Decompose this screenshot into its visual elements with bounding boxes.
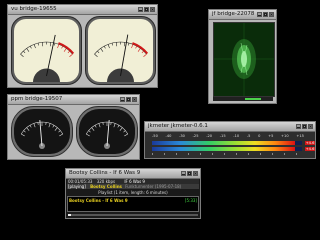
jk-scale-label: +5	[268, 134, 274, 138]
ppm-meter-left	[11, 106, 73, 157]
vu-meter-right	[85, 16, 156, 85]
maximize-icon[interactable]	[187, 171, 192, 176]
maximize-icon[interactable]	[302, 124, 307, 129]
player-playlist[interactable]: Bootsy Collins - If 6 Was 9 [5:33]	[67, 196, 199, 212]
jk-scale-label: +10	[281, 134, 289, 138]
playlist-item-duration: [5:33]	[184, 198, 197, 203]
minimize-icon[interactable]	[296, 124, 301, 129]
jk-scale-label: +15	[296, 134, 304, 138]
ppm-bridge-window[interactable]: ppm bridge-19507	[7, 94, 140, 160]
jkmeter-bottom-scale	[152, 153, 302, 155]
jk-scale-label: -15	[219, 134, 226, 138]
jkmeter-window[interactable]: jkmeter jkmeter-0.6.1 -50 -40 -30 -25 -2…	[144, 121, 316, 159]
vu-window-title: vu bridge-19655	[11, 6, 57, 12]
maximize-icon[interactable]	[126, 97, 131, 102]
playlist-item[interactable]: Bootsy Collins - If 6 Was 9 [5:33]	[69, 198, 197, 203]
vu-bridge-window[interactable]: vu bridge-19655	[7, 4, 158, 88]
maximize-icon[interactable]	[263, 12, 268, 17]
jk-scale-label: -40	[165, 134, 172, 138]
minimize-icon[interactable]	[138, 7, 143, 12]
jk-scale-label: -5	[246, 134, 251, 138]
player-now-playing: Bootsy Collins	[90, 184, 122, 189]
jf-window-title: jf bridge-22078	[212, 11, 255, 17]
player-window[interactable]: Bootsy Collins - If 6 Was 9 00:01/05:33 …	[65, 168, 201, 219]
ppm-window-title: ppm bridge-19507	[11, 96, 63, 102]
minimize-icon[interactable]	[181, 171, 186, 176]
player-titlebar[interactable]: Bootsy Collins - If 6 Was 9	[66, 169, 200, 179]
playlist-label-text: Playlist (1 item, length: 6 minutes)	[98, 190, 168, 195]
jk-scale-label: -20	[206, 134, 213, 138]
player-progress-bar[interactable]	[68, 214, 198, 216]
player-window-title: Bootsy Collins - If 6 Was 9	[69, 170, 141, 176]
maximize-icon[interactable]	[144, 7, 149, 12]
close-icon[interactable]	[193, 171, 198, 176]
close-icon[interactable]	[308, 124, 313, 129]
jk-scale-label: -10	[233, 134, 240, 138]
close-icon[interactable]	[269, 12, 274, 17]
jf-titlebar[interactable]: jf bridge-22078	[209, 10, 276, 20]
ppm-titlebar[interactable]: ppm bridge-19507	[8, 95, 139, 105]
ppm-meter-right	[76, 106, 138, 157]
jf-bridge-window[interactable]: jf bridge-22078	[208, 9, 277, 104]
vu-meter-left	[11, 16, 82, 85]
jkmeter-peak-indicator[interactable]: +4.6	[305, 147, 315, 151]
jf-goniometer-display	[213, 22, 275, 97]
jk-scale-label: 0	[258, 134, 261, 138]
player-status: [playing]	[68, 184, 86, 189]
minimize-icon[interactable]	[120, 97, 125, 102]
vu-titlebar[interactable]: vu bridge-19655	[8, 5, 157, 15]
jk-scale-label: -50	[152, 134, 158, 138]
player-status-row: [playing] Bootsy Collins Funkturnerder (…	[67, 184, 199, 189]
player-playlist-label: Playlist (1 item, length: 6 minutes)	[67, 190, 199, 195]
jk-scale-label: -30	[179, 134, 185, 138]
jkmeter-bar-left	[152, 141, 302, 145]
player-album: Funkturnerder (1995-07-18)	[125, 184, 182, 189]
jk-scale-label: -25	[192, 134, 199, 138]
jkmeter-titlebar[interactable]: jkmeter jkmeter-0.6.1	[145, 122, 315, 132]
close-icon[interactable]	[150, 7, 155, 12]
jkmeter-window-title: jkmeter jkmeter-0.6.1	[148, 123, 208, 129]
close-icon[interactable]	[132, 97, 137, 102]
player-progress-fill	[68, 214, 71, 216]
jkmeter-peak-indicator[interactable]: +4.6	[305, 141, 315, 145]
minimize-icon[interactable]	[257, 12, 262, 17]
jkmeter-bar-right	[152, 147, 302, 151]
jf-level-bar	[213, 97, 273, 101]
jkmeter-level-left	[152, 141, 295, 145]
jkmeter-level-right	[152, 147, 295, 151]
playlist-item-title: Bootsy Collins - If 6 Was 9	[69, 198, 128, 203]
jkmeter-scale: -50 -40 -30 -25 -20 -15 -10 -5 0 +5 +10 …	[152, 134, 304, 139]
